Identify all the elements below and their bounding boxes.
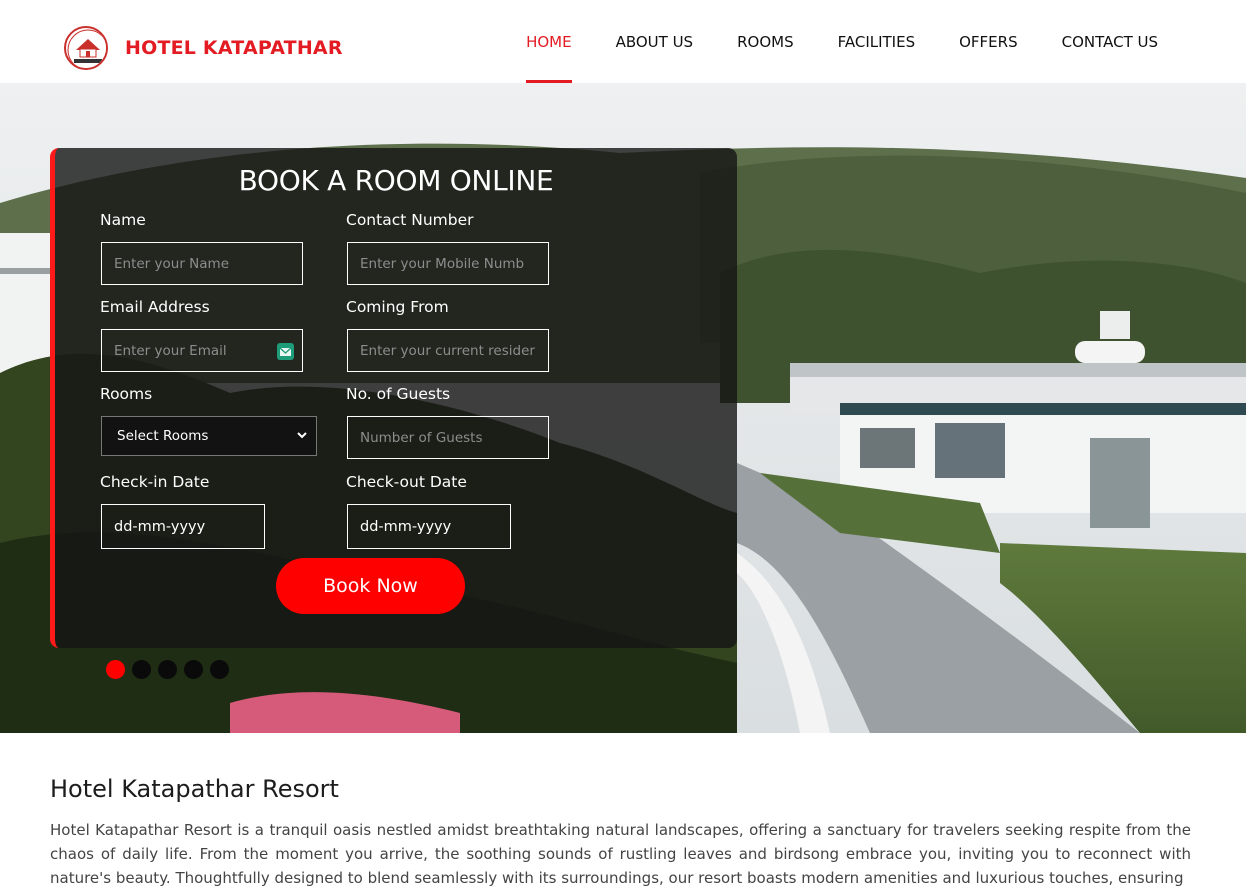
nav-home[interactable]: HOME (526, 0, 572, 83)
name-input[interactable]: Enter your Name (101, 242, 303, 285)
contact-number-input[interactable]: Enter your Mobile Numb (347, 242, 549, 285)
slider-dots (106, 660, 236, 679)
brand-name[interactable]: HOTEL KATAPATHAR (125, 37, 343, 59)
intro-paragraph: Hotel Katapathar Resort is a tranquil oa… (50, 821, 1191, 887)
guests-label: No. of Guests (346, 385, 451, 403)
booking-form-title: BOOK A ROOM ONLINE (238, 164, 554, 197)
email-input[interactable]: Enter your Email (101, 329, 303, 372)
slider-dot[interactable] (106, 660, 125, 679)
chevron-down-icon (296, 429, 308, 441)
mail-icon (277, 343, 294, 360)
hotel-logo (64, 26, 108, 70)
intro-heading: Hotel Katapathar Resort (50, 775, 339, 803)
rooms-select[interactable]: Select Rooms (101, 416, 317, 456)
slider-dot[interactable] (132, 660, 151, 679)
slider-dot[interactable] (158, 660, 177, 679)
checkout-date-input[interactable]: dd-mm-yyyy (347, 504, 511, 549)
coming-from-label: Coming From (346, 298, 449, 316)
slider-dot[interactable] (210, 660, 229, 679)
checkout-label: Check-out Date (346, 473, 467, 491)
rooms-label: Rooms (100, 385, 153, 403)
site-header: HOTEL KATAPATHAR HOME ABOUT US ROOMS FAC… (0, 0, 1246, 83)
hero-slider: BOOK A ROOM ONLINE Name Enter your Name … (0, 83, 1246, 733)
main-nav: HOME ABOUT US ROOMS FACILITIES OFFERS CO… (526, 0, 1158, 83)
nav-offers[interactable]: OFFERS (959, 0, 1017, 83)
checkin-date-input[interactable]: dd-mm-yyyy (101, 504, 265, 549)
nav-facilities[interactable]: FACILITIES (838, 0, 916, 83)
logo-link[interactable]: HOTEL KATAPATHAR (64, 26, 343, 70)
rooms-select-value: Select Rooms (117, 428, 209, 444)
email-label: Email Address (100, 298, 210, 316)
checkin-label: Check-in Date (100, 473, 210, 491)
book-now-button[interactable]: Book Now (276, 558, 465, 614)
nav-about-us[interactable]: ABOUT US (616, 0, 694, 83)
guests-input[interactable]: Number of Guests (347, 416, 549, 459)
booking-form: BOOK A ROOM ONLINE Name Enter your Name … (50, 148, 737, 648)
coming-from-input[interactable]: Enter your current resider (347, 329, 549, 372)
nav-contact-us[interactable]: CONTACT US (1062, 0, 1158, 83)
nav-rooms[interactable]: ROOMS (737, 0, 794, 83)
email-input-placeholder: Enter your Email (114, 342, 227, 359)
name-label: Name (100, 211, 146, 229)
contact-number-label: Contact Number (346, 211, 474, 229)
slider-dot[interactable] (184, 660, 203, 679)
